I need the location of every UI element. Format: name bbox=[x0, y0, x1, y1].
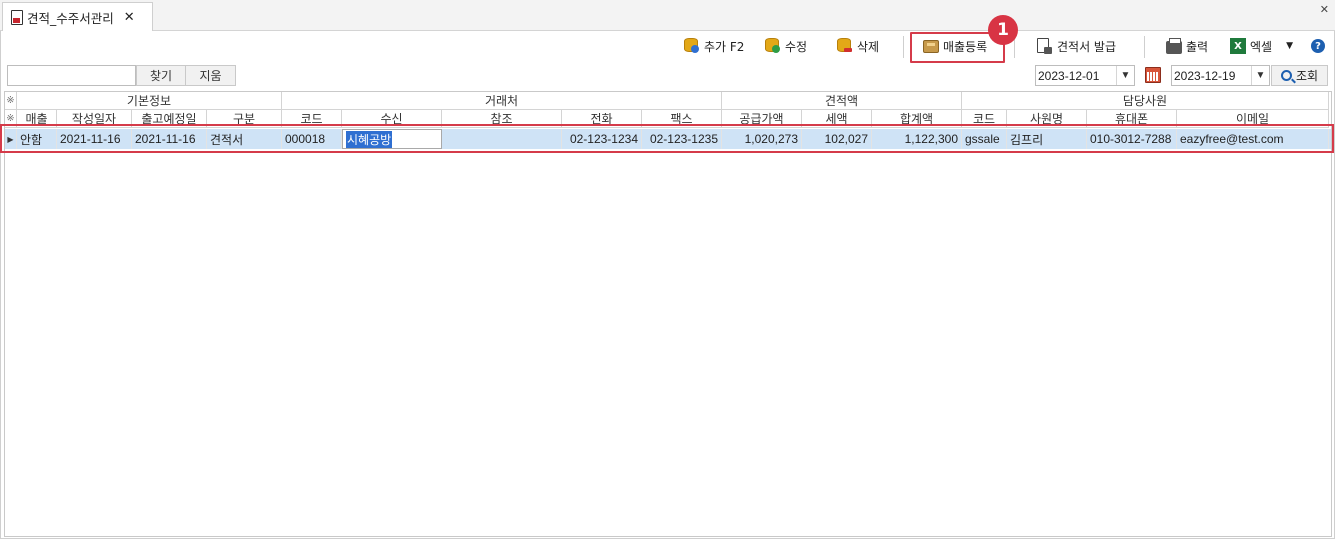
search-icon bbox=[1280, 70, 1292, 81]
group-header-staff: 담당사원 bbox=[962, 92, 1329, 110]
issue-quote-label: 견적서 발급 bbox=[1057, 39, 1117, 54]
chevron-down-icon[interactable]: ▼ bbox=[1116, 66, 1134, 85]
content-frame: 추가 F2 수정 삭제 매출등록 1 견적서 발급 출력 X 엑셀 ▼ ? 찾기… bbox=[0, 15, 1335, 539]
toolbar-separator bbox=[1144, 36, 1145, 58]
document-issue-icon bbox=[1037, 38, 1053, 54]
window-close-icon[interactable]: ✕ bbox=[1320, 3, 1329, 16]
excel-dropdown-icon[interactable]: ▼ bbox=[1286, 41, 1293, 51]
query-label: 조회 bbox=[1295, 69, 1319, 83]
group-header-basic-info: 기본정보 bbox=[17, 92, 282, 110]
group-header-quote-amount: 견적액 bbox=[722, 92, 962, 110]
tab-label: 견적_수주서관리 bbox=[27, 11, 114, 26]
tab-strip: 견적_수주서관리 ✕ ✕ bbox=[0, 0, 1335, 32]
clear-button[interactable]: 지움 bbox=[185, 65, 236, 86]
group-header-client: 거래처 bbox=[282, 92, 722, 110]
edit-button-label: 수정 bbox=[785, 39, 808, 54]
excel-button[interactable]: X 엑셀 ▼ bbox=[1230, 31, 1293, 61]
database-add-icon bbox=[684, 38, 700, 54]
step-badge: 1 bbox=[988, 15, 1018, 45]
find-button[interactable]: 찾기 bbox=[136, 65, 186, 86]
database-delete-icon bbox=[837, 38, 853, 54]
database-edit-icon bbox=[765, 38, 781, 54]
document-icon bbox=[11, 10, 23, 25]
tab-quote-order-management[interactable]: 견적_수주서관리 ✕ bbox=[2, 2, 153, 32]
search-bar: 찾기 지움 2023-12-01 ▼ 2023-12-19 ▼ 조회 bbox=[1, 62, 1334, 90]
chevron-down-icon[interactable]: ▼ bbox=[1251, 66, 1269, 85]
date-to-field[interactable]: 2023-12-19 ▼ bbox=[1171, 65, 1270, 86]
date-from-field[interactable]: 2023-12-01 ▼ bbox=[1035, 65, 1135, 86]
printer-icon bbox=[1166, 38, 1182, 54]
help-icon: ? bbox=[1311, 39, 1325, 53]
group-header-row: ※ 기본정보 거래처 견적액 담당사원 bbox=[5, 92, 1331, 110]
delete-button-label: 삭제 bbox=[857, 39, 880, 54]
excel-icon: X bbox=[1230, 38, 1246, 54]
query-button[interactable]: 조회 bbox=[1271, 65, 1328, 86]
data-grid: ※ 기본정보 거래처 견적액 담당사원 ※ 매출 작성일자 출고예정일 구분 코… bbox=[4, 91, 1332, 537]
excel-label: 엑셀 bbox=[1250, 39, 1273, 54]
search-input[interactable] bbox=[7, 65, 136, 86]
calendar-icon[interactable] bbox=[1145, 67, 1161, 83]
edit-button[interactable]: 수정 bbox=[765, 31, 807, 61]
toolbar-separator bbox=[903, 36, 904, 58]
print-label: 출력 bbox=[1186, 39, 1209, 54]
issue-quote-button[interactable]: 견적서 발급 bbox=[1037, 31, 1116, 61]
toolbar: 추가 F2 수정 삭제 매출등록 1 견적서 발급 출력 X 엑셀 ▼ ? bbox=[1, 15, 1334, 63]
tab-close-icon[interactable]: ✕ bbox=[124, 10, 135, 25]
delete-button[interactable]: 삭제 bbox=[837, 31, 879, 61]
selected-row-highlight bbox=[0, 124, 1334, 153]
date-to-value: 2023-12-19 bbox=[1174, 68, 1236, 83]
corner-marker: ※ bbox=[5, 92, 17, 110]
help-button[interactable]: ? bbox=[1311, 31, 1325, 61]
add-button[interactable]: 추가 F2 bbox=[684, 31, 744, 61]
print-button[interactable]: 출력 bbox=[1166, 31, 1208, 61]
date-from-value: 2023-12-01 bbox=[1038, 68, 1100, 83]
add-button-label: 추가 F2 bbox=[704, 39, 745, 54]
